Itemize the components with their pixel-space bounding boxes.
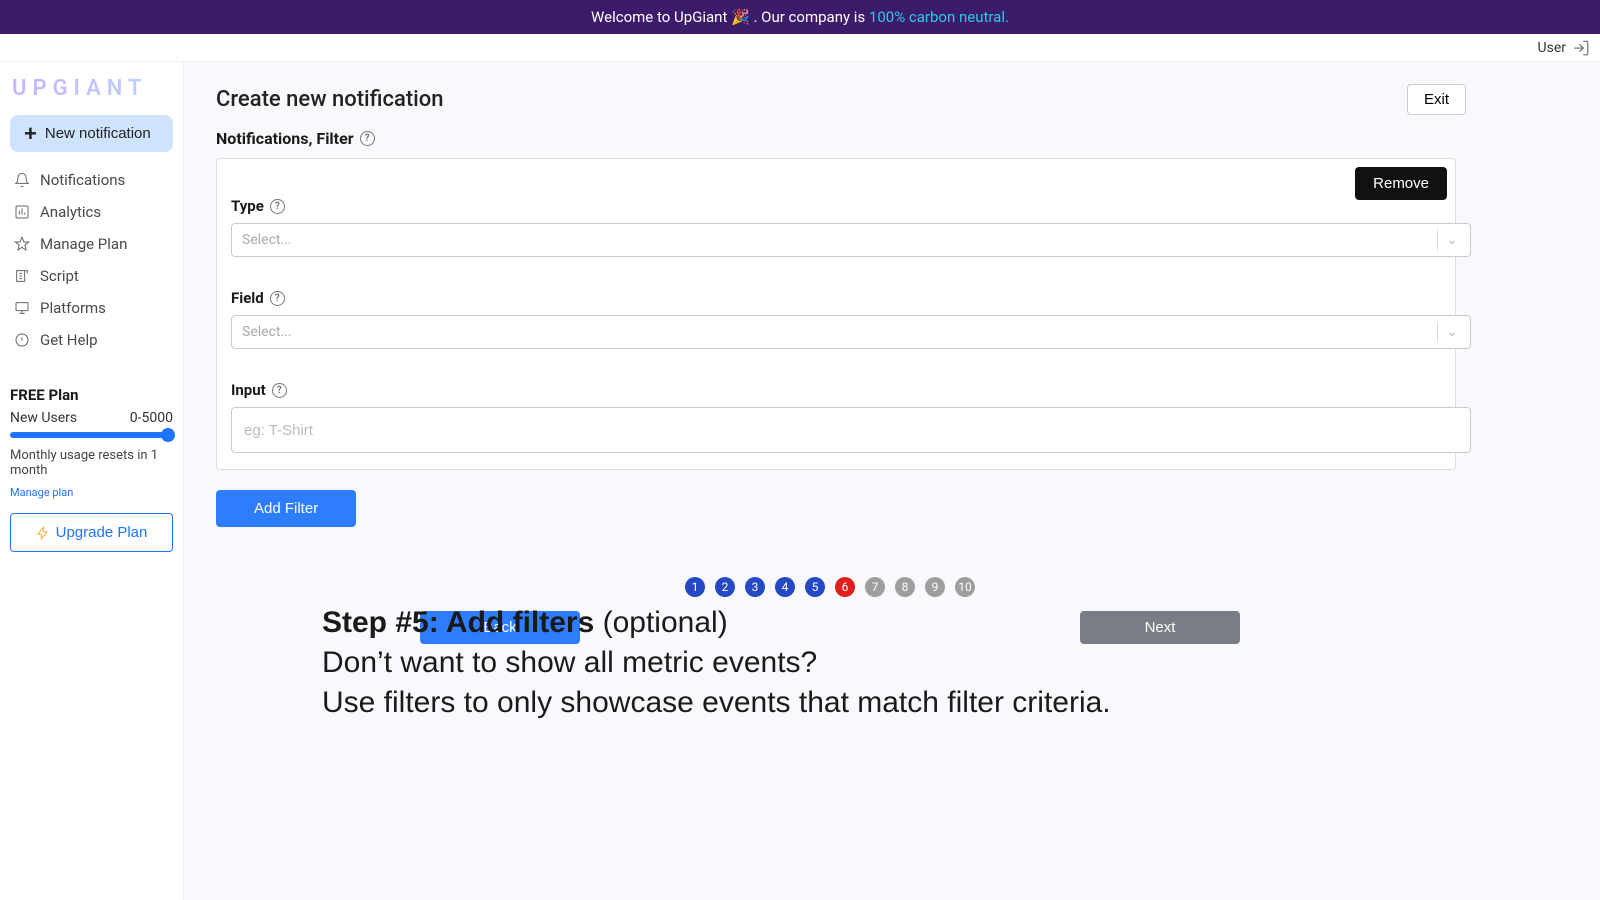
banner-highlight: 100% carbon neutral. <box>869 8 1009 26</box>
select-placeholder: Select... <box>242 324 292 340</box>
caption-bold: Step #5: Add filters <box>322 606 594 639</box>
banner-text: Welcome to UpGiant 🎉 . Our company is <box>591 8 869 26</box>
help-icon[interactable]: ? <box>272 383 287 398</box>
user-label[interactable]: User <box>1538 40 1566 56</box>
step-dot-8[interactable]: 8 <box>895 577 915 597</box>
sidebar-item-manage-plan[interactable]: Manage Plan <box>10 228 173 260</box>
filter-value-input[interactable] <box>231 407 1471 453</box>
sidebar-item-label: Platforms <box>40 299 106 317</box>
usage-slider[interactable] <box>10 432 173 438</box>
step-dot-4[interactable]: 4 <box>775 577 795 597</box>
step-pager: 123456789 10 <box>184 577 1476 597</box>
top-nav: User <box>0 34 1600 62</box>
bolt-icon <box>36 526 50 540</box>
reset-text: Monthly usage resets in 1 month <box>10 448 173 478</box>
step-dot-10[interactable]: 10 <box>955 577 975 597</box>
plan-metric-range: 0-5000 <box>130 410 173 426</box>
exit-button[interactable]: Exit <box>1407 84 1466 115</box>
chart-icon <box>14 204 30 220</box>
main-content: Create new notification Exit Notificatio… <box>184 62 1600 900</box>
add-filter-button[interactable]: Add Filter <box>216 490 356 527</box>
bell-icon <box>14 172 30 188</box>
page-title: Create new notification <box>216 87 444 112</box>
step-dot-5[interactable]: 5 <box>805 577 825 597</box>
upgrade-plan-label: Upgrade Plan <box>56 524 148 541</box>
sidebar-item-platforms[interactable]: Platforms <box>10 292 173 324</box>
field-select[interactable]: Select... ⌄ <box>231 315 1471 349</box>
step-dot-2[interactable]: 2 <box>715 577 735 597</box>
sidebar-item-label: Get Help <box>40 331 98 349</box>
filter-card: Remove Type? Select... ⌄ Field? Select..… <box>216 158 1456 470</box>
sidebar-item-notifications[interactable]: Notifications <box>10 164 173 196</box>
sidebar-item-label: Script <box>40 267 79 285</box>
chevron-down-icon: ⌄ <box>1446 324 1458 340</box>
help-icon[interactable]: ? <box>360 131 375 146</box>
step-dot-6[interactable]: 6 <box>835 577 855 597</box>
star-icon <box>14 236 30 252</box>
section-subtitle: Notifications, Filter ? <box>216 129 1476 148</box>
caption-line-3: Use filters to only showcase events that… <box>322 686 1322 720</box>
step-dot-1[interactable]: 1 <box>685 577 705 597</box>
caption-line-2: Don’t want to show all metric events? <box>322 646 1322 680</box>
subtitle-text: Notifications, Filter <box>216 129 354 148</box>
instruction-caption: Step #5: Add filters (optional) Don’t wa… <box>322 606 1322 720</box>
sidebar-item-get-help[interactable]: Get Help <box>10 324 173 356</box>
announcement-banner: Welcome to UpGiant 🎉 . Our company is 10… <box>0 0 1600 34</box>
help-icon <box>14 332 30 348</box>
plan-box: FREE Plan New Users 0-5000 Monthly usage… <box>10 386 173 552</box>
help-icon[interactable]: ? <box>270 291 285 306</box>
brand-logo: UPGIANT <box>12 76 173 101</box>
select-placeholder: Select... <box>242 232 292 248</box>
upgrade-plan-button[interactable]: Upgrade Plan <box>10 513 173 552</box>
input-label: Input <box>231 381 266 399</box>
step-dot-3[interactable]: 3 <box>745 577 765 597</box>
sidebar-item-label: Analytics <box>40 203 101 221</box>
new-notification-label: New notification <box>45 125 151 142</box>
type-select[interactable]: Select... ⌄ <box>231 223 1471 257</box>
plan-title: FREE Plan <box>10 386 173 404</box>
logout-icon[interactable] <box>1572 39 1590 57</box>
plus-icon: + <box>24 127 37 141</box>
chevron-down-icon: ⌄ <box>1446 232 1458 248</box>
field-label: Field <box>231 289 264 307</box>
manage-plan-link[interactable]: Manage plan <box>10 486 73 499</box>
platforms-icon <box>14 300 30 316</box>
sidebar: UPGIANT + New notification Notifications… <box>0 62 184 900</box>
plan-metric-label: New Users <box>10 410 77 426</box>
step-dot-7[interactable]: 7 <box>865 577 885 597</box>
help-icon[interactable]: ? <box>270 199 285 214</box>
caption-rest: (optional) <box>594 606 727 639</box>
script-icon <box>14 268 30 284</box>
sidebar-item-label: Notifications <box>40 171 125 189</box>
slider-thumb[interactable] <box>161 428 175 442</box>
type-label: Type <box>231 197 264 215</box>
sidebar-item-analytics[interactable]: Analytics <box>10 196 173 228</box>
step-dot-9[interactable]: 9 <box>925 577 945 597</box>
new-notification-button[interactable]: + New notification <box>10 115 173 152</box>
sidebar-item-label: Manage Plan <box>40 235 127 253</box>
sidebar-item-script[interactable]: Script <box>10 260 173 292</box>
remove-filter-button[interactable]: Remove <box>1355 167 1447 200</box>
